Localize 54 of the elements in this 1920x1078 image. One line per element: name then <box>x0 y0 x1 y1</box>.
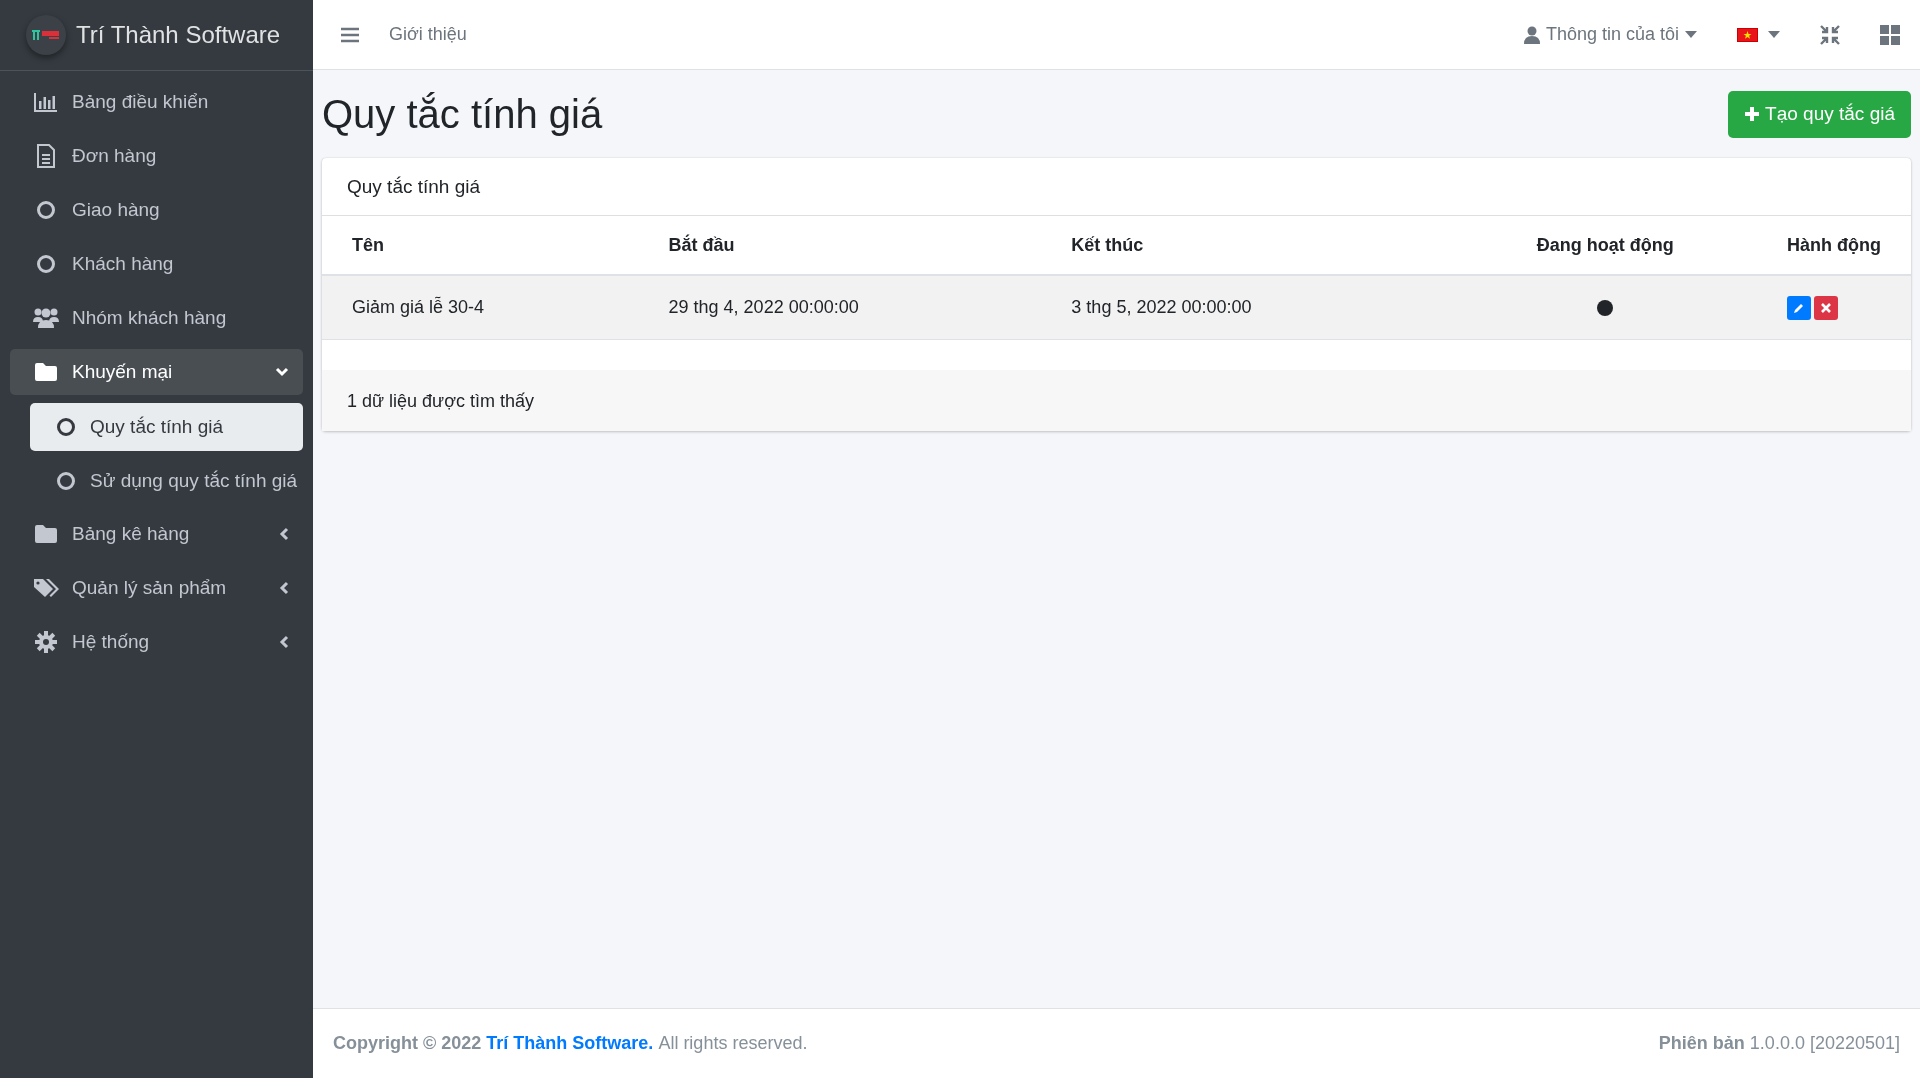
nav-link[interactable]: Giới thiệu <box>389 24 467 45</box>
folder-icon <box>34 362 58 382</box>
sidebar-item[interactable]: Nhóm khách hàng <box>10 295 303 341</box>
pencil-icon <box>1793 301 1805 314</box>
table-cell: Giảm giá lễ 30-4 <box>322 275 639 340</box>
card-title: Quy tắc tính giá <box>347 175 481 198</box>
circle-icon <box>36 200 56 220</box>
sidebar-item[interactable]: Quản lý sản phẩm <box>10 565 303 611</box>
users-icon <box>33 307 59 329</box>
chevron-left-icon <box>279 581 289 595</box>
gear-icon <box>35 631 57 653</box>
user-menu[interactable]: Thông tin của tôi <box>1523 24 1697 45</box>
sidebar-item[interactable]: Giao hàng <box>10 187 303 233</box>
sidebar-item[interactable]: Bảng kê hàng <box>10 511 303 557</box>
delete-button[interactable] <box>1814 295 1838 320</box>
grid-icon[interactable] <box>1880 24 1900 45</box>
plus-icon <box>1744 106 1761 122</box>
flag-icon <box>1737 27 1758 42</box>
compress-icon[interactable] <box>1820 24 1840 45</box>
sidebar-item[interactable]: Bảng điều khiển <box>10 79 303 125</box>
tags-icon <box>33 577 59 599</box>
close-icon <box>1821 302 1831 313</box>
language-menu[interactable] <box>1737 27 1780 42</box>
circle-icon <box>56 471 76 491</box>
menu-icon[interactable] <box>341 26 359 43</box>
result-count: 1 dữ liệu được tìm thấy <box>347 390 534 412</box>
chevron-down-icon <box>275 367 289 377</box>
sidebar-item[interactable]: Khuyến mại <box>10 349 303 395</box>
table-cell: 29 thg 4, 2022 00:00:00 <box>638 275 1042 340</box>
sidebar-subitem[interactable]: Quy tắc tính giá <box>30 403 303 451</box>
user-icon <box>1523 25 1540 44</box>
brand-name[interactable]: Trí Thành Software <box>76 21 281 49</box>
circle-icon <box>56 417 76 437</box>
caret-icon <box>1768 31 1780 38</box>
caret-icon <box>1685 31 1697 38</box>
version-number: 1.0.0.0 [20220501] <box>1749 1033 1900 1054</box>
sidebar-subitem[interactable]: Sử dụng quy tắc tính giá <box>30 457 303 505</box>
rights-text: All rights reserved. <box>658 1033 808 1054</box>
circle-icon <box>36 254 56 274</box>
bar-chart-icon <box>34 92 58 112</box>
version-label: Phiên bản <box>1658 1033 1745 1054</box>
company-link[interactable]: Trí Thành Software. <box>486 1033 654 1054</box>
copyright-text: Copyright © 2022 <box>333 1033 482 1054</box>
chevron-left-icon <box>279 527 289 541</box>
page-title: Quy tắc tính giá <box>322 91 603 137</box>
logo-icon <box>26 15 66 55</box>
edit-button[interactable] <box>1787 295 1811 320</box>
document-icon <box>36 144 56 168</box>
table-cell: 3 thg 5, 2022 00:00:00 <box>1041 275 1454 340</box>
chevron-left-icon <box>279 635 289 649</box>
folder-icon <box>34 524 58 544</box>
sidebar-item[interactable]: Đơn hàng <box>10 133 303 179</box>
sidebar-item[interactable]: Khách hàng <box>10 241 303 287</box>
sidebar-item[interactable]: Hệ thống <box>10 619 303 665</box>
